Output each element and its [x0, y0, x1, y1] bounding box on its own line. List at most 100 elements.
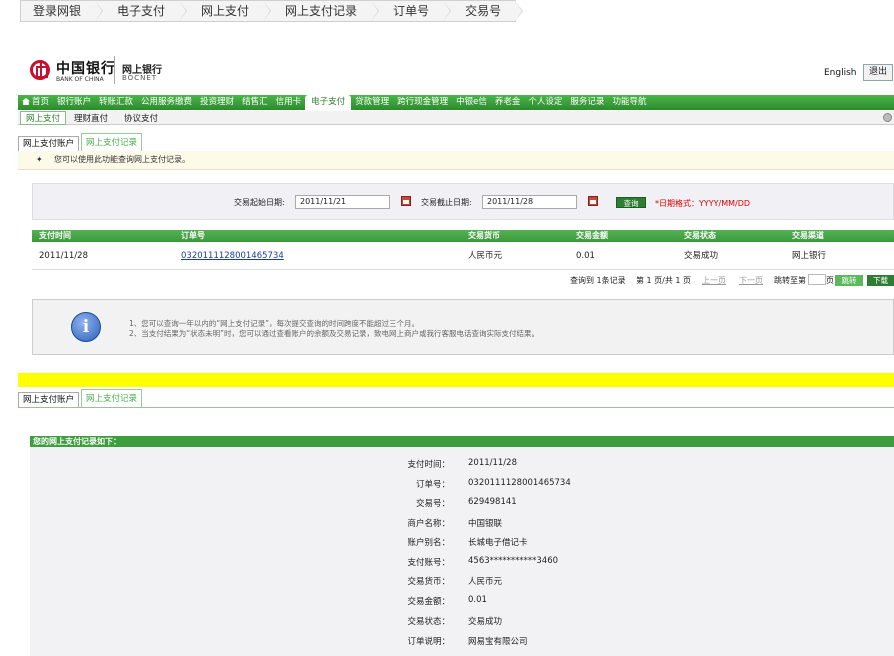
nav-item-transfer[interactable]: 转账汇款 [95, 95, 137, 110]
nav-item-e-message[interactable]: 中银e信 [452, 95, 491, 110]
detail-value: 长城电子借记卡 [468, 538, 528, 548]
breadcrumb-item-pay-records[interactable]: 网上支付记录 [263, 1, 380, 21]
results-table: 支付时间 订单号 交易货币 交易金额 交易状态 交易渠道 2011/11/28 … [32, 230, 894, 270]
pagination: 查询到 1条记录 第 1 页/共 1 页 上一页 下一页 跳转至第 页 跳转 下… [32, 274, 894, 288]
main-nav: 首页 银行账户 转账汇款 公用服务缴费 投资理财 结售汇 信用卡 电子支付 贷款… [18, 95, 894, 110]
highlight-bar [18, 373, 894, 387]
detail-label: 商户名称： [407, 519, 450, 529]
detail-row: 订单号： 0320111128001465734 [30, 478, 894, 492]
nav-item-bill-pay[interactable]: 公用服务缴费 [137, 95, 196, 110]
brand-subtitle: BOCNET [122, 74, 158, 82]
cell-amount: 0.01 [576, 251, 595, 261]
prev-page-link[interactable]: 上一页 [702, 275, 726, 286]
subnav-item-wealth-pay[interactable]: 理财直付 [66, 112, 116, 124]
bank-logo-cn: 中国银行 [56, 61, 116, 77]
page-suffix: 页 [826, 276, 834, 285]
calendar-icon[interactable] [588, 196, 598, 206]
tab-pay-records[interactable]: 网上支付记录 [81, 133, 143, 151]
english-link[interactable]: English [824, 68, 857, 78]
nav-item-home[interactable]: 首页 [18, 95, 53, 110]
table-row: 2011/11/28 0320111128001465734 人民币元 0.01… [32, 242, 894, 270]
next-page-link[interactable]: 下一页 [739, 275, 763, 286]
end-date-input[interactable]: 2011/11/28 [482, 195, 577, 209]
start-date-input[interactable]: 2011/11/21 [295, 195, 390, 209]
tab-bar-top: 网上支付账户 网上支付记录 [18, 133, 894, 152]
table-header: 支付时间 订单号 交易货币 交易金额 交易状态 交易渠道 [32, 230, 894, 242]
col-header-currency: 交易货币 [468, 231, 500, 240]
download-button[interactable]: 下载 [867, 275, 894, 286]
start-date-label: 交易起始日期: [234, 198, 285, 207]
detail-value: 2011/11/28 [468, 458, 517, 468]
breadcrumb-item-order-no[interactable]: 订单号 [371, 1, 452, 21]
detail-row: 账户别名： 长城电子借记卡 [30, 536, 894, 550]
tab-pay-account[interactable]: 网上支付账户 [18, 136, 80, 151]
detail-label: 交易号： [415, 499, 450, 509]
nav-item-epay[interactable]: 电子支付 [305, 95, 352, 110]
detail-value: 网易宝有限公司 [468, 637, 528, 647]
breadcrumb: 登录网银 电子支付 网上支付 网上支付记录 订单号 交易号 [20, 0, 524, 22]
breadcrumb-item-epay[interactable]: 电子支付 [95, 1, 188, 21]
home-icon [22, 98, 30, 105]
detail-row: 支付时间： 2011/11/28 [30, 458, 894, 472]
subnav-item-agreement-pay[interactable]: 协议支付 [116, 112, 166, 124]
jump-page-input[interactable] [808, 274, 826, 285]
tab-pay-records[interactable]: 网上支付记录 [81, 389, 143, 407]
nav-item-pension[interactable]: 养老金 [491, 95, 525, 110]
breadcrumb-item-trade-no[interactable]: 交易号 [443, 1, 524, 21]
nav-item-fx[interactable]: 结售汇 [238, 95, 272, 110]
calendar-icon[interactable] [401, 196, 411, 206]
nav-item-function-nav[interactable]: 功能导航 [608, 95, 650, 110]
detail-label: 交易状态： [407, 617, 450, 627]
detail-label: 账户别名： [407, 538, 450, 548]
detail-value: 629498141 [468, 497, 517, 507]
settings-circle-icon[interactable] [883, 113, 892, 122]
nav-item-cash-mgmt[interactable]: 跨行现金管理 [393, 95, 452, 110]
nav-item-accounts[interactable]: 银行账户 [53, 95, 95, 110]
bank-header: 中国银行 BANK OF CHINA 网上银行 BOCNET English 退… [18, 48, 894, 94]
cell-status: 交易成功 [684, 251, 719, 261]
nav-item-settings[interactable]: 个人设定 [524, 95, 566, 110]
nav-item-service-records[interactable]: 服务记录 [566, 95, 608, 110]
info-line-2: 2、当支付结果为“状态未明”时，您可以通过查看账户的余额及交易记录，致电网上商户… [129, 329, 540, 338]
cell-pay-time: 2011/11/28 [39, 251, 88, 261]
detail-row: 订单说明： 网易宝有限公司 [30, 635, 894, 649]
detail-value: 人民币元 [468, 577, 503, 587]
nav-item-loans[interactable]: 贷款管理 [351, 95, 393, 110]
detail-row: 商户名称： 中国银联 [30, 517, 894, 531]
info-icon: i [71, 312, 101, 342]
subnav-item-online-pay[interactable]: 网上支付 [20, 110, 67, 125]
logout-button[interactable]: 退出 [863, 64, 893, 81]
page-indicator: 第 1 页/共 1 页 [636, 276, 692, 285]
detail-label: 支付时间： [407, 460, 450, 470]
bank-logo-en: BANK OF CHINA [56, 76, 104, 83]
pin-icon: ✦ [36, 155, 43, 164]
logo-divider [114, 56, 115, 84]
info-box: i 1、您可以查询一年以内的“网上支付记录”，每次提交查询的时间跨度不能超过三个… [32, 299, 894, 355]
col-header-pay-time: 支付时间 [39, 231, 71, 240]
jump-label: 跳转至第 [774, 276, 806, 285]
record-count: 查询到 1条记录 [570, 276, 626, 285]
tab-pay-account[interactable]: 网上支付账户 [18, 392, 80, 407]
col-header-order-no: 订单号 [181, 231, 205, 240]
query-button[interactable]: 查询 [616, 197, 646, 208]
detail-row: 交易货币： 人民币元 [30, 575, 894, 589]
bank-logo-icon [30, 60, 50, 80]
col-header-amount: 交易金额 [576, 231, 608, 240]
detail-row: 交易金额： 0.01 [30, 595, 894, 609]
nav-item-credit-card[interactable]: 信用卡 [272, 95, 306, 110]
nav-item-invest[interactable]: 投资理财 [196, 95, 238, 110]
tip-bar: ✦ 您可以使用此功能查询网上支付记录。 [18, 151, 894, 170]
breadcrumb-item-online-pay[interactable]: 网上支付 [179, 1, 272, 21]
detail-label: 订单说明： [407, 637, 450, 647]
detail-label: 交易金额： [407, 597, 450, 607]
order-number-link[interactable]: 0320111128001465734 [181, 251, 284, 261]
cell-currency: 人民币元 [468, 251, 503, 261]
jump-button[interactable]: 跳转 [835, 275, 863, 286]
detail-value: 中国银联 [468, 519, 503, 529]
tab-bar-bottom: 网上支付账户 网上支付记录 [18, 389, 894, 408]
breadcrumb-item-login[interactable]: 登录网银 [21, 1, 104, 21]
sub-nav: 网上支付 理财直付 协议支付 [18, 110, 894, 125]
col-header-channel: 交易渠道 [792, 231, 824, 240]
detail-row: 交易状态： 交易成功 [30, 615, 894, 629]
detail-title: 您的网上支付记录如下： [30, 436, 894, 447]
